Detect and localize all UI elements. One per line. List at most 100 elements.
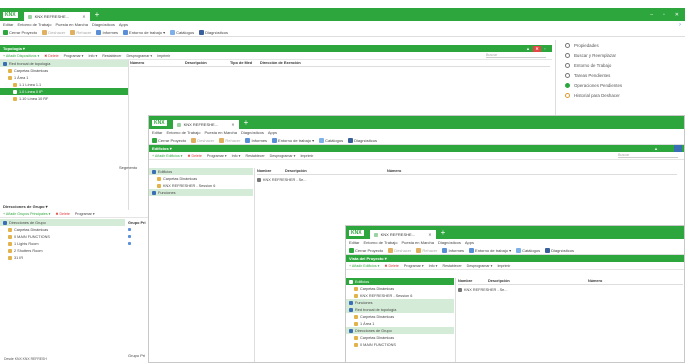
unprogram-button[interactable]: Desprogramar ▾ <box>270 154 296 158</box>
tree-item[interactable]: Carpetas Dinámicas <box>149 175 253 182</box>
catalog-button[interactable]: Catálogos <box>319 137 343 143</box>
tree-item[interactable]: 1.10 Línea 10 RF <box>0 95 128 102</box>
close-tab-icon[interactable]: ✕ <box>231 122 234 127</box>
program-button[interactable]: Programar ▾ <box>75 212 95 216</box>
print-button[interactable]: Imprimir <box>157 54 170 58</box>
info-button[interactable]: Info ▾ <box>88 54 97 58</box>
tree-item[interactable]: Funciones <box>149 189 253 196</box>
diagnostics-button[interactable]: Diagnósticos <box>199 29 228 35</box>
menu-item[interactable]: Puesta en Marcha <box>401 240 433 245</box>
column-header[interactable]: Descripción <box>185 61 230 65</box>
tree-item[interactable]: 1 Área 1 <box>346 320 454 327</box>
diagnostics-button[interactable]: Diagnósticos <box>348 137 377 143</box>
menu-item[interactable]: Diagnósticos <box>438 240 461 245</box>
delete-button[interactable]: ✖ Delete <box>55 212 69 216</box>
unprogram-button[interactable]: Desprogramar ▾ <box>467 264 493 268</box>
workspace-button[interactable]: Entorno de trabajo ▾ <box>123 29 165 35</box>
column-header[interactable]: Número <box>130 61 185 65</box>
minimize-icon[interactable]: – <box>650 12 653 18</box>
project-tab[interactable]: KNX REFRESHE... ✕ <box>23 12 90 21</box>
max-panel-icon[interactable]: ▫ <box>544 46 550 52</box>
reset-button[interactable]: Restablecer <box>442 264 461 268</box>
tree-item[interactable]: KNX REFRESHER - Session 6 <box>346 292 454 299</box>
tree-item[interactable]: 1.1 Línea 1.1 <box>0 81 128 88</box>
splitter[interactable] <box>455 278 456 362</box>
menu-item[interactable]: Apps <box>119 22 128 27</box>
tree-item[interactable]: Carpetas Dinámicas <box>0 226 125 233</box>
catalog-button[interactable]: Catálogos <box>170 29 194 35</box>
side-pane-item[interactable]: Historial para Deshacer <box>557 90 685 100</box>
delete-button[interactable]: ✖ Delete <box>384 264 398 268</box>
tree-item[interactable]: Direcciones de Grupo <box>0 219 125 226</box>
info-button[interactable]: Info ▾ <box>429 264 438 268</box>
tree-item[interactable]: Carpetas Dinámicas <box>346 334 454 341</box>
table-row[interactable]: KNX REFRESHER - Se... <box>257 176 306 183</box>
close-panel-icon[interactable]: ✕ <box>533 45 541 52</box>
close-project-button[interactable]: Cerrar Proyecto <box>349 247 383 253</box>
new-tab-button[interactable]: + <box>441 228 446 237</box>
workspace-button[interactable]: Entorno de trabajo ▾ <box>272 137 314 143</box>
list-item[interactable] <box>128 233 148 240</box>
delete-button[interactable]: ✖ Delete <box>187 154 201 158</box>
delete-button[interactable]: ✖ Delete <box>44 54 58 58</box>
reports-button[interactable]: Informes <box>245 137 267 143</box>
catalog-button[interactable]: Catálogos <box>516 247 540 253</box>
tree-item[interactable]: 2 Shutters Room <box>0 247 125 254</box>
menu-item[interactable]: Editar <box>349 240 359 245</box>
add-buildings-button[interactable]: + Añadir Edificios ▾ <box>152 154 182 158</box>
close-tab-icon[interactable]: ✕ <box>82 14 85 19</box>
help-icon[interactable]: ? <box>679 22 681 27</box>
undo-button[interactable]: Deshacer <box>42 29 65 35</box>
menu-item[interactable]: Apps <box>465 240 474 245</box>
menu-item[interactable]: Apps <box>268 130 277 135</box>
tree-item[interactable]: 1 Área 1 <box>0 74 128 81</box>
program-button[interactable]: Programar ▾ <box>207 154 227 158</box>
project-tab[interactable]: KNX REFRESHE... ✕ <box>172 120 239 129</box>
tree-item[interactable]: Carpetas Dinámicas <box>346 285 454 292</box>
pin-panel-icon[interactable] <box>674 145 682 152</box>
column-header[interactable]: Tipo de Med <box>230 61 260 65</box>
menu-item[interactable]: Puesta en Marcha <box>55 22 87 27</box>
tree-item[interactable]: Edificios <box>149 168 253 175</box>
undo-button[interactable]: Deshacer <box>388 247 411 253</box>
side-pane-item[interactable]: Buscar y Reemplazar <box>557 50 685 60</box>
menu-item[interactable]: Editar <box>152 130 162 135</box>
diagnostics-button[interactable]: Diagnósticos <box>545 247 574 253</box>
unprogram-button[interactable]: Desprogramar ▾ <box>126 54 152 58</box>
add-devices-button[interactable]: + Añadir Dispositivos ▾ <box>3 54 39 58</box>
redo-button[interactable]: Rehacer <box>416 247 437 253</box>
splitter[interactable] <box>128 60 129 210</box>
tree-item[interactable]: Direcciones de Grupo <box>346 327 454 334</box>
side-pane-item[interactable]: Operaciones Pendientes <box>557 80 685 90</box>
column-header[interactable]: Grupo Pri <box>128 219 148 226</box>
search-input[interactable]: Buscar <box>486 53 546 58</box>
menu-item[interactable]: Entorno de Trabajo <box>17 22 51 27</box>
tree-item[interactable]: Funciones <box>346 299 454 306</box>
menu-item[interactable]: Puesta en Marcha <box>204 130 236 135</box>
panel-title[interactable]: Vista del Proyecto ▾ <box>349 256 387 261</box>
float-icon[interactable]: ▲ <box>526 46 530 52</box>
column-header[interactable]: Nombre <box>257 169 285 173</box>
program-button[interactable]: Programar ▾ <box>64 54 84 58</box>
list-item[interactable] <box>128 240 148 247</box>
print-button[interactable]: Imprimir <box>497 264 510 268</box>
close-project-button[interactable]: Cerrar Proyecto <box>3 29 37 35</box>
float-icon[interactable]: ▲ <box>654 146 658 151</box>
tree-item[interactable]: Carpetas Dinámicas <box>0 67 128 74</box>
close-window-icon[interactable]: ✕ <box>675 12 679 18</box>
close-project-button[interactable]: Cerrar Proyecto <box>152 137 186 143</box>
add-main-groups-button[interactable]: + Añadir Grupos Principales ▾ <box>3 212 50 216</box>
info-button[interactable]: Info ▾ <box>232 154 241 158</box>
reset-button[interactable]: Restablecer <box>102 54 121 58</box>
column-header[interactable]: Número <box>387 169 447 173</box>
redo-button[interactable]: Rehacer <box>219 137 240 143</box>
column-header[interactable]: Dirección de Exención <box>260 61 330 65</box>
side-pane-item[interactable]: Entorno de Trabajo <box>557 60 685 70</box>
redo-button[interactable]: Rehacer <box>70 29 91 35</box>
menu-item[interactable]: Entorno de Trabajo <box>166 130 200 135</box>
tree-item[interactable]: Red troncal de topología <box>0 60 128 67</box>
column-header[interactable]: Descripción <box>488 279 588 283</box>
tree-item[interactable]: 1.0 Línea 0 IP <box>0 88 128 95</box>
new-tab-button[interactable]: + <box>95 10 100 19</box>
table-row[interactable]: KNX REFRESHER - Se... <box>458 286 507 293</box>
